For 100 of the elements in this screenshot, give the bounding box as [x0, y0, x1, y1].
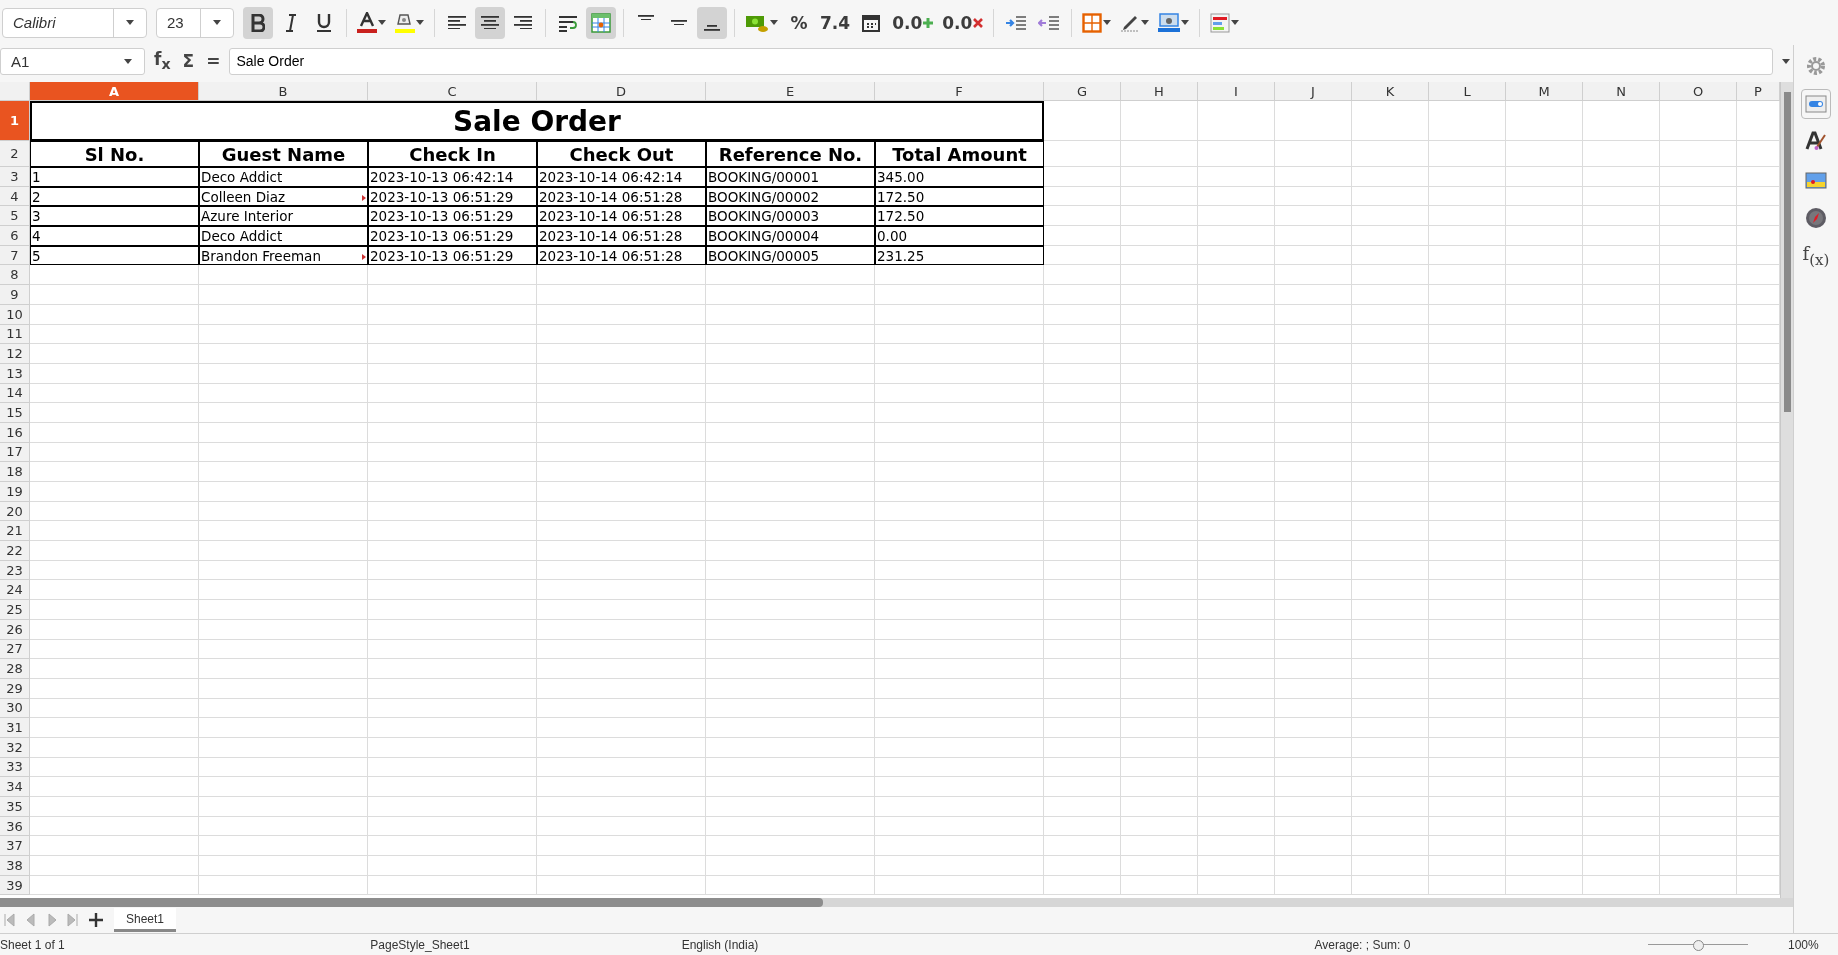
close-icon — [973, 17, 984, 28]
caret-icon — [1141, 20, 1150, 25]
row-header[interactable]: 32 — [0, 737, 30, 758]
row-header[interactable]: 24 — [0, 580, 30, 601]
column-header[interactable]: P — [1737, 82, 1780, 101]
row-header[interactable]: 35 — [0, 797, 30, 817]
decimal-label: 0.0 — [892, 12, 923, 33]
row-header[interactable]: 26 — [0, 619, 30, 640]
vertical-scrollbar[interactable] — [1780, 82, 1793, 898]
align-bottom-button[interactable] — [697, 6, 727, 39]
row-header[interactable]: 37 — [0, 836, 30, 857]
column-header[interactable]: B — [199, 82, 368, 101]
row-header[interactable]: 27 — [0, 639, 30, 660]
formula-button[interactable]: Σ — [179, 51, 198, 71]
column-header[interactable]: A — [30, 82, 199, 101]
table-cell: 4 — [30, 226, 199, 246]
select-all-corner[interactable] — [0, 82, 30, 101]
row-header[interactable]: 33 — [0, 757, 30, 778]
align-center-icon — [481, 15, 499, 30]
row-header[interactable]: 34 — [0, 777, 30, 797]
row-header[interactable]: 4 — [0, 186, 30, 207]
row-header[interactable]: 20 — [0, 501, 30, 522]
row-header[interactable]: 25 — [0, 600, 30, 620]
row-header[interactable]: 6 — [0, 226, 30, 246]
zoom-level: 100% — [1788, 937, 1819, 952]
name-box[interactable]: A1 — [0, 47, 145, 75]
column-header[interactable]: J — [1275, 82, 1352, 101]
row-header[interactable]: 23 — [0, 560, 30, 581]
row-header[interactable]: 21 — [0, 521, 30, 542]
decimal-button[interactable]: 0.0 — [889, 6, 937, 39]
column-heading: Check In — [368, 141, 537, 167]
row-header[interactable]: 1 — [0, 101, 30, 141]
format-button[interactable]: 7.4 — [817, 6, 854, 39]
indent-icon — [1005, 14, 1028, 31]
row-header[interactable]: 15 — [0, 403, 30, 423]
row-header[interactable]: 38 — [0, 856, 30, 876]
format-button[interactable]: % — [784, 6, 814, 39]
row-header[interactable]: 22 — [0, 541, 30, 561]
sheet-tab[interactable]: Sheet1 — [114, 908, 177, 932]
column-heading: Check Out — [537, 141, 706, 167]
row-header[interactable]: 2 — [0, 141, 30, 167]
font-name-field[interactable]: Calibri — [2, 7, 147, 38]
table-cell: BOOKING/00003 — [706, 206, 875, 227]
table-cell: Deco Addict — [199, 226, 368, 246]
row-header[interactable]: 30 — [0, 698, 30, 719]
decimal-button[interactable]: 0.0 — [939, 6, 987, 39]
column-header[interactable]: G — [1044, 82, 1121, 101]
functions-button[interactable]: f$_{(x)}$ — [1801, 241, 1831, 271]
sheet-count: Sheet 1 of 1 — [0, 937, 65, 952]
column-header[interactable]: L — [1429, 82, 1506, 101]
align-center-button[interactable] — [475, 6, 505, 39]
column-header[interactable]: I — [1198, 82, 1275, 101]
column-header[interactable]: E — [706, 82, 875, 101]
table-cell: Azure Interior — [199, 206, 368, 227]
horizontal-scrollbar[interactable] — [0, 898, 1793, 907]
column-header[interactable]: N — [1583, 82, 1660, 101]
row-header[interactable]: 29 — [0, 678, 30, 699]
zoom-slider[interactable] — [1648, 939, 1748, 950]
row-header[interactable]: 3 — [0, 167, 30, 187]
wrap-text-icon — [558, 13, 578, 32]
bold-button[interactable] — [243, 6, 273, 39]
row-header[interactable]: 13 — [0, 363, 30, 384]
column-header[interactable]: C — [368, 82, 537, 101]
column-header[interactable]: K — [1352, 82, 1429, 101]
table-cell: 2023-10-14 06:51:28 — [537, 206, 706, 227]
column-header[interactable]: F — [875, 82, 1044, 101]
sheet-navigation-icon[interactable] — [4, 913, 78, 927]
zoom-slider-thumb[interactable] — [1693, 939, 1704, 951]
column-header[interactable]: O — [1660, 82, 1737, 101]
row-header[interactable]: 5 — [0, 206, 30, 227]
row-header[interactable]: 17 — [0, 442, 30, 463]
formula-input[interactable]: Sale Order — [229, 47, 1773, 75]
row-header[interactable]: 36 — [0, 816, 30, 837]
row-header[interactable]: 11 — [0, 324, 30, 345]
row-header[interactable]: 31 — [0, 718, 30, 738]
row-header[interactable]: 7 — [0, 245, 30, 266]
toggle-icon — [1805, 95, 1827, 113]
properties-button[interactable] — [1801, 89, 1831, 119]
column-header[interactable]: D — [537, 82, 706, 101]
row-header[interactable]: 12 — [0, 344, 30, 364]
column-heading: Sl No. — [30, 141, 199, 167]
table-cell: Brandon Freeman — [199, 245, 368, 266]
row-header[interactable]: 16 — [0, 422, 30, 443]
expand-button[interactable] — [1779, 58, 1793, 64]
row-header[interactable]: 28 — [0, 659, 30, 679]
row-header[interactable]: 8 — [0, 265, 30, 286]
row-header[interactable]: 10 — [0, 304, 30, 325]
row-header[interactable]: 39 — [0, 875, 30, 896]
font-size-field[interactable]: 23 — [156, 7, 234, 38]
row-header[interactable]: 18 — [0, 462, 30, 482]
conditional-format-icon — [1210, 12, 1231, 33]
formula-button[interactable]: = — [203, 51, 224, 71]
formula-button[interactable]: f$_{x}$ — [151, 49, 174, 73]
column-header[interactable]: H — [1121, 82, 1198, 101]
column-header[interactable]: M — [1506, 82, 1583, 101]
row-header[interactable]: 9 — [0, 285, 30, 305]
add-sheet-icon[interactable] — [88, 912, 104, 928]
row-header[interactable]: 19 — [0, 482, 30, 502]
table-cell: 1 — [30, 167, 199, 187]
row-header[interactable]: 14 — [0, 383, 30, 404]
